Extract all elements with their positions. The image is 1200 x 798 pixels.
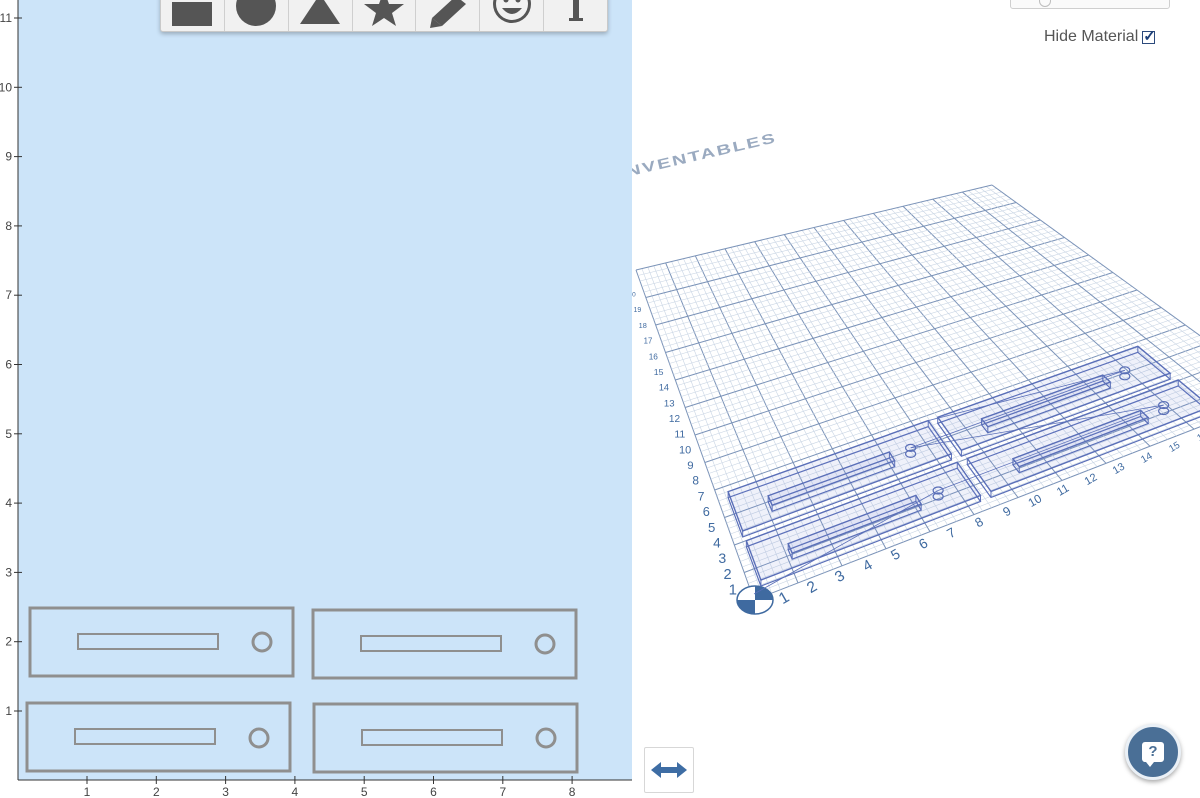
design-canvas-svg[interactable]: 1234567891011 12345678: [0, 0, 632, 798]
y-axis-number: 14: [659, 383, 669, 393]
smiley-icon: [492, 0, 531, 23]
y-axis-number: 20: [632, 292, 636, 299]
x-axis-number: 4: [860, 557, 875, 575]
square-tool[interactable]: [161, 0, 225, 31]
x-axis-number: 11: [1055, 482, 1071, 498]
x-axis-number: 5: [888, 546, 903, 564]
x-axis-number: 8: [972, 514, 986, 531]
x-tick-label: 6: [430, 785, 437, 798]
circle-icon: [236, 0, 277, 26]
y-axis-number: 1: [729, 581, 737, 598]
y-axis-number: 19: [634, 307, 642, 314]
app-window: 1 2 3 4 5 6 7 8 9 10 11 12345678 1 2 3 4…: [0, 0, 1200, 798]
double-arrow-icon: [651, 762, 687, 778]
x-axis-number: 9: [1001, 504, 1014, 520]
y-axis-number: 9: [687, 460, 693, 472]
y-axis-number: 10: [679, 444, 691, 456]
bed-brand-label: INVENTABLES: [632, 129, 778, 181]
x-tick-label: 5: [361, 785, 368, 798]
y-tick-label: 10: [0, 80, 12, 94]
y-axis-number: 8: [692, 474, 699, 488]
y-tick-label: 4: [5, 496, 12, 510]
y-axis-number: 16: [649, 352, 659, 361]
x-tick-label: 7: [499, 785, 506, 798]
grid-line: [639, 191, 1002, 282]
workspace-area[interactable]: [18, 0, 632, 780]
grid-line: [647, 205, 1022, 304]
hide-material-label: Hide Material: [1044, 28, 1139, 45]
x-axis-number: 14: [1139, 451, 1155, 466]
preview-3d-panel[interactable]: 1234567891011121314151617181920211234567…: [632, 0, 1200, 798]
y-tick-label: 2: [5, 635, 12, 649]
x-tick-label: 3: [222, 785, 229, 798]
x-axis-number: 1: [776, 589, 792, 608]
star-tool[interactable]: [353, 0, 417, 31]
grid-line: [641, 195, 1007, 287]
help-button[interactable]: ?: [1125, 724, 1181, 780]
y-axis-number: 7: [698, 489, 705, 503]
y-tick-label: 8: [5, 219, 12, 233]
text-icon: [568, 0, 583, 21]
y-axis-number: 13: [664, 398, 675, 409]
top-right-button[interactable]: [1010, 0, 1170, 9]
hide-material-toggle[interactable]: Hide Material: [1044, 27, 1156, 46]
x-axis-number: 13: [1111, 461, 1127, 477]
y-axis-number: 5: [708, 520, 715, 535]
y-axis-number: 11: [674, 429, 685, 441]
y-tick-label: 5: [5, 427, 12, 441]
x-axis-number: 12: [1083, 471, 1100, 488]
y-tick-label: 9: [5, 150, 12, 164]
y-axis-number: 12: [669, 414, 681, 425]
circle-tool[interactable]: [225, 0, 289, 31]
y-axis-number: 17: [644, 337, 653, 346]
expand-preview-button[interactable]: [644, 747, 694, 793]
x-axis-number: 16: [1195, 429, 1200, 443]
x-axis-number: 2: [804, 578, 820, 597]
y-tick-label: 1: [5, 704, 12, 718]
machine-bed-3d[interactable]: 1234567891011121314151617181920211234567…: [632, 0, 1200, 798]
x-axis-number: 15: [1167, 440, 1182, 455]
grid-line: [637, 188, 997, 276]
x-axis-number: 3: [832, 567, 848, 586]
y-axis-number: 2: [724, 567, 732, 583]
question-bubble-icon: ?: [1142, 742, 1164, 767]
y-axis-number: 3: [718, 550, 726, 566]
hide-material-checkbox[interactable]: [1142, 27, 1156, 45]
y-tick-label: 7: [5, 288, 12, 302]
shape-toolbar: [160, 0, 608, 32]
pencil-icon: [429, 0, 466, 28]
triangle-tool[interactable]: [289, 0, 353, 31]
x-axis-number: 6: [916, 535, 930, 552]
x-axis-number: 7: [944, 525, 958, 542]
y-tick-label: 11: [0, 11, 12, 25]
x-tick-label: 8: [569, 785, 576, 798]
y-axis-number: 4: [713, 535, 721, 550]
y-tick-label: 6: [5, 358, 12, 372]
design-canvas[interactable]: 1 2 3 4 5 6 7 8 9 10 11 12345678: [0, 0, 632, 798]
icon-library-tool[interactable]: [480, 0, 545, 31]
radio-icon: [1039, 0, 1051, 7]
x-tick-label: 1: [84, 785, 91, 798]
star-icon: [364, 0, 404, 26]
y-axis-number: 18: [639, 321, 647, 330]
square-icon: [172, 2, 213, 26]
pencil-tool[interactable]: [416, 0, 481, 31]
y-tick-label: 3: [5, 565, 12, 579]
y-axis-number: 6: [703, 504, 710, 519]
text-tool[interactable]: [544, 0, 607, 31]
origin-marker-icon: [736, 585, 774, 615]
x-tick-label: 2: [153, 785, 160, 798]
triangle-icon: [300, 0, 341, 24]
y-axis-number: 15: [654, 367, 664, 377]
x-tick-label: 4: [292, 785, 299, 798]
